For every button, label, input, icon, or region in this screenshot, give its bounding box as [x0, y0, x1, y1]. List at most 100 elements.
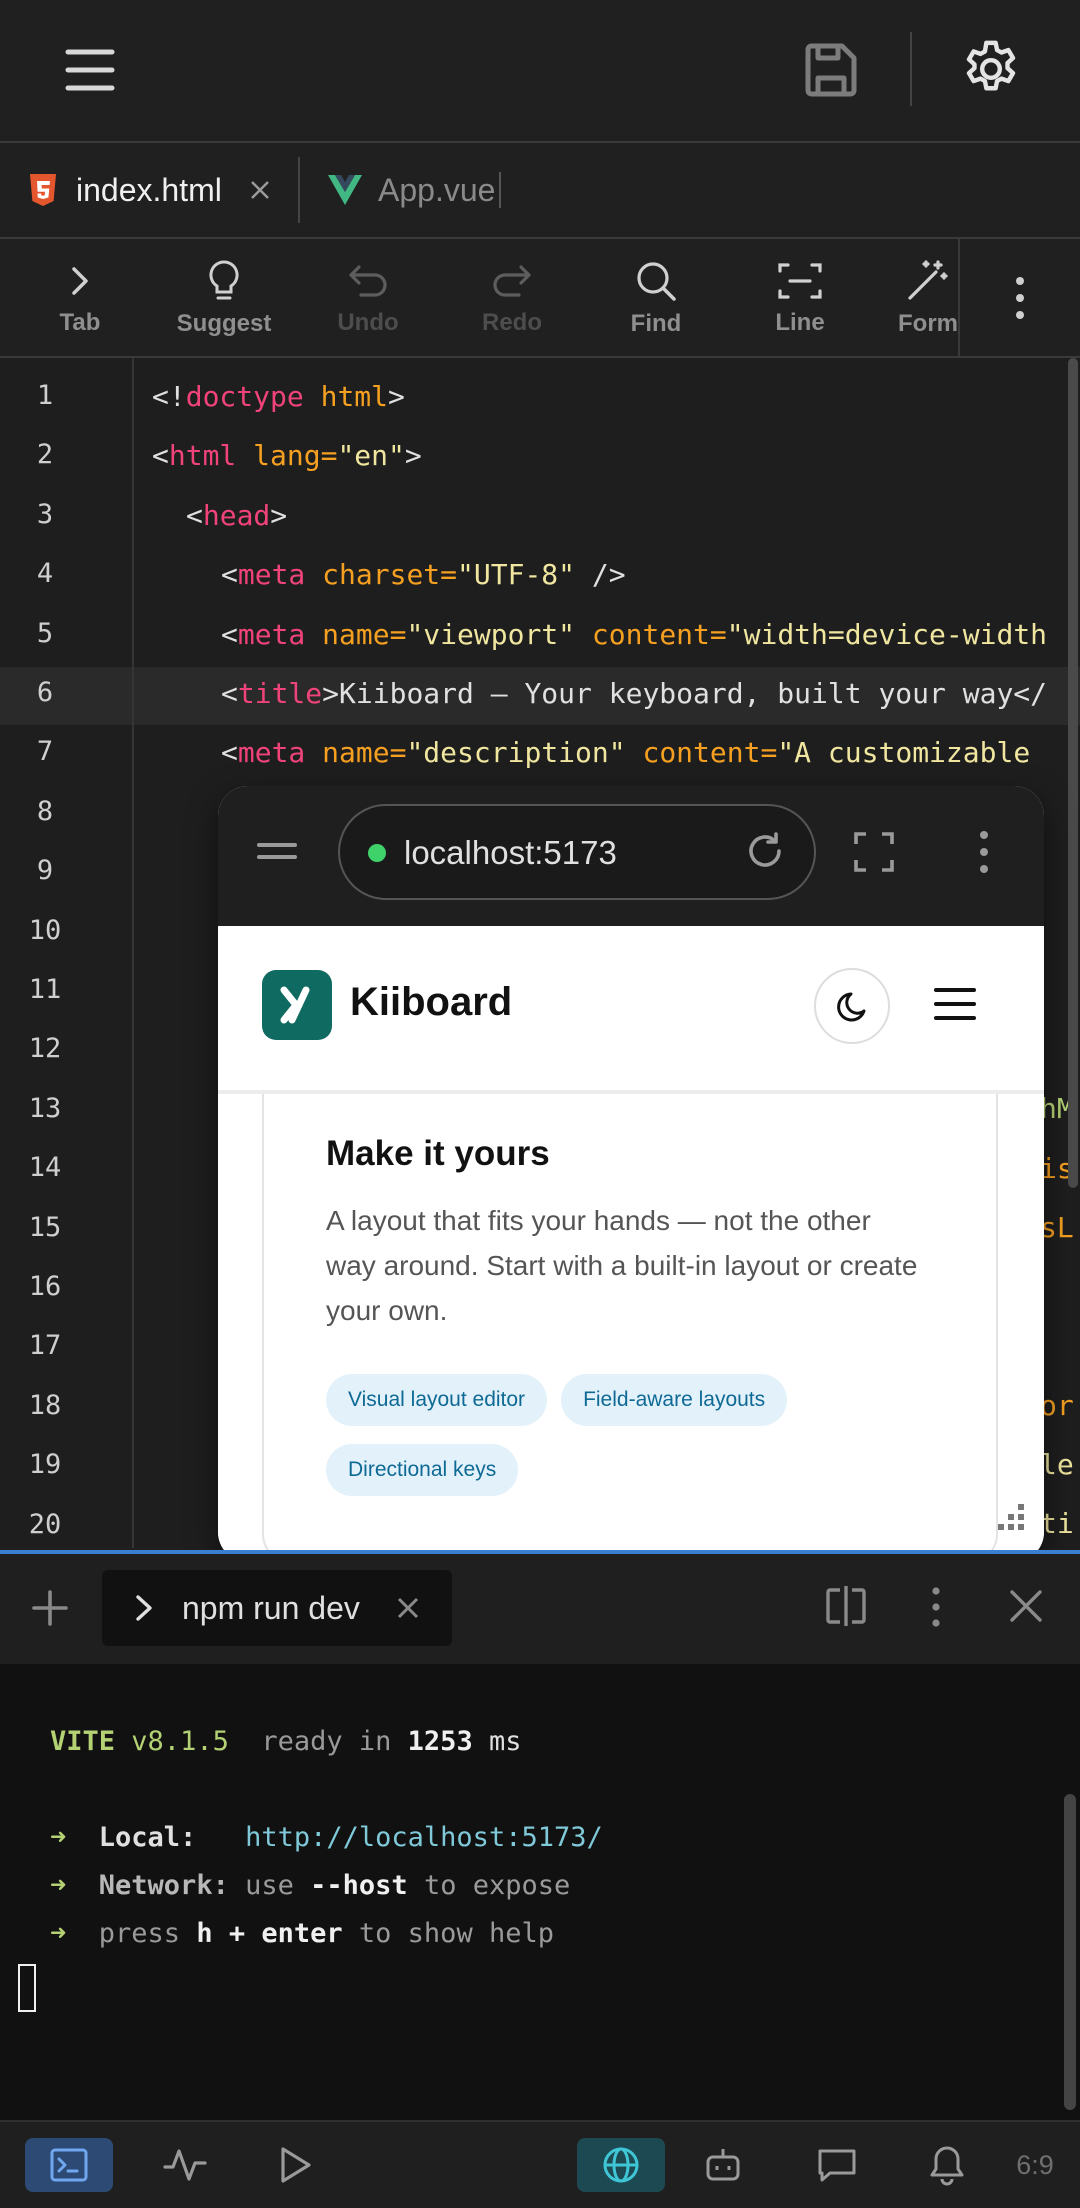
- notifications-button[interactable]: [902, 2122, 992, 2208]
- code-fragment: ti: [1040, 1507, 1074, 1540]
- activity-icon: [163, 2149, 207, 2181]
- ai-assistant-button[interactable]: [678, 2122, 768, 2208]
- terminal-panel-button[interactable]: [24, 2122, 114, 2208]
- url-text: localhost:5173: [404, 834, 617, 871]
- line-number: 12: [28, 1033, 62, 1065]
- hamburger-menu-icon[interactable]: [60, 44, 120, 96]
- tab-label: App.vue: [378, 171, 496, 208]
- local-url-line: ➜ Local: http://localhost:5173/: [50, 1822, 603, 1853]
- terminal-cursor: [18, 1964, 36, 2012]
- terminal-output[interactable]: VITE v8.1.5 ready in 1253 ms ➜ Local: ht…: [0, 1664, 1080, 2120]
- tool-label: Redo: [482, 308, 542, 336]
- code-line-2: <html lang="en">: [152, 439, 422, 472]
- tab-app-vue[interactable]: App.vue: [328, 143, 502, 237]
- tab-key-button[interactable]: Tab: [8, 239, 152, 356]
- magic-wand-icon: [908, 259, 948, 300]
- code-line-1: <!doctype html>: [152, 380, 405, 413]
- toolbar-overflow-divider: [958, 239, 960, 356]
- redo-button[interactable]: Redo: [440, 239, 584, 356]
- drag-handle-icon[interactable]: [256, 840, 298, 862]
- tool-label: Form: [898, 309, 958, 337]
- cursor-position: 6:9: [1016, 2149, 1054, 2180]
- tool-label: Tab: [59, 308, 101, 336]
- code-line-3: <head>: [186, 499, 288, 532]
- preview-toggle-button[interactable]: [576, 2122, 666, 2208]
- terminal-icon: [50, 2148, 88, 2182]
- line-number: 19: [28, 1449, 62, 1481]
- code-line-6: <title>Kiiboard — Your keyboard, built y…: [221, 677, 1048, 710]
- activity-button[interactable]: [140, 2122, 230, 2208]
- preview-toolbar: localhost:5173: [218, 786, 1044, 926]
- save-icon[interactable]: [800, 40, 862, 102]
- close-panel-icon[interactable]: [1008, 1588, 1044, 1624]
- card-description: A layout that fits your hands — not the …: [326, 1205, 918, 1326]
- find-button[interactable]: Find: [584, 239, 728, 356]
- new-terminal-icon[interactable]: [30, 1588, 70, 1628]
- line-number: 4: [36, 558, 54, 590]
- line-number: 17: [28, 1330, 62, 1362]
- html5-icon: [28, 173, 58, 207]
- editor-scrollbar[interactable]: [1068, 358, 1078, 1188]
- line-select-icon: [778, 262, 822, 299]
- more-vertical-icon[interactable]: [1000, 275, 1040, 321]
- website-viewport[interactable]: Kiiboard Make it yours A layout that fit…: [218, 926, 1044, 1562]
- line-number: 3: [36, 498, 54, 530]
- more-vertical-icon[interactable]: [974, 830, 994, 874]
- fullscreen-icon[interactable]: [854, 832, 894, 872]
- split-terminal-icon[interactable]: [824, 1586, 868, 1626]
- code-line-5: <meta name="viewport" content="width=dev…: [221, 618, 1048, 651]
- settings-gear-icon[interactable]: [958, 36, 1024, 102]
- format-button[interactable]: Form: [872, 239, 972, 356]
- line-number: 11: [28, 974, 62, 1005]
- toolbar-divider: [910, 32, 912, 106]
- reload-icon[interactable]: [744, 830, 786, 872]
- top-app-bar: [0, 0, 1080, 143]
- line-number: 20: [28, 1508, 62, 1540]
- line-number: 5: [36, 617, 54, 649]
- terminal-tab-bar: npm run dev: [0, 1550, 1080, 1664]
- terminal-tab-npm-run-dev[interactable]: npm run dev: [102, 1570, 452, 1646]
- kiiboard-logo-icon[interactable]: [262, 970, 332, 1040]
- tab-index-html[interactable]: index.html: [28, 143, 270, 237]
- terminal-more-icon[interactable]: [926, 1586, 946, 1628]
- line-number: 7: [36, 736, 54, 768]
- chevron-right-icon: [72, 266, 88, 295]
- terminal-prompt-icon: [136, 1595, 152, 1621]
- line-number-gutter: [0, 358, 134, 1548]
- line-number: 14: [28, 1152, 62, 1184]
- line-number: 18: [28, 1389, 62, 1421]
- code-fragment: le: [1040, 1448, 1074, 1481]
- feature-card: Make it yours A layout that fits your ha…: [262, 1094, 998, 1562]
- tool-label: Suggest: [176, 309, 272, 337]
- local-url-link[interactable]: http://localhost:5173/: [245, 1822, 603, 1853]
- url-bar[interactable]: localhost:5173: [338, 804, 816, 900]
- card-title: Make it yours: [326, 1134, 550, 1173]
- vite-ready-line: VITE v8.1.5 ready in 1253 ms: [50, 1726, 522, 1757]
- tab-label: index.html: [76, 171, 222, 208]
- terminal-scrollbar[interactable]: [1064, 1794, 1076, 2110]
- close-icon[interactable]: [396, 1596, 420, 1620]
- undo-icon: [349, 264, 387, 297]
- site-menu-icon[interactable]: [934, 986, 976, 1022]
- site-header: Kiiboard: [218, 926, 1044, 1094]
- line-number: 15: [28, 1211, 62, 1243]
- code-fragment: or: [1040, 1389, 1074, 1422]
- undo-button[interactable]: Undo: [296, 239, 440, 356]
- site-brand-name[interactable]: Kiiboard: [350, 980, 512, 1025]
- line-number: 16: [28, 1271, 62, 1302]
- bottom-navigation-bar: 6:9: [0, 2120, 1080, 2208]
- theme-toggle-button[interactable]: [814, 968, 890, 1044]
- chip-field-aware-layouts: Field-aware layouts: [561, 1374, 788, 1426]
- bell-icon: [930, 2146, 964, 2186]
- line-select-button[interactable]: Line: [728, 239, 872, 356]
- run-button[interactable]: [250, 2122, 340, 2208]
- comments-button[interactable]: [792, 2122, 882, 2208]
- code-line-7: <meta name="description" content="A cust…: [221, 736, 1031, 769]
- line-number: 2: [36, 439, 54, 471]
- tab-fade-edge: [499, 172, 502, 208]
- globe-icon: [603, 2147, 639, 2183]
- close-tab-icon[interactable]: [250, 180, 270, 200]
- suggest-button[interactable]: Suggest: [152, 239, 296, 356]
- resize-grip-icon[interactable]: [992, 1498, 1032, 1538]
- server-status-dot: [368, 844, 386, 862]
